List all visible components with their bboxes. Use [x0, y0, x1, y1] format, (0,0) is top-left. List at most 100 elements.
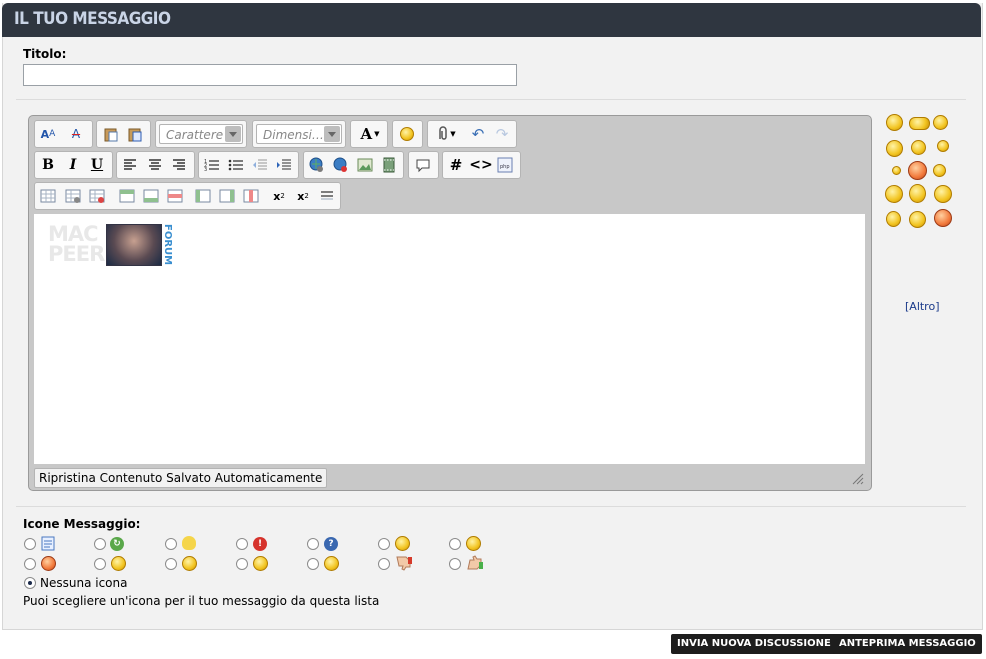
icon-radio-document[interactable]: [24, 538, 36, 550]
laugh-icon[interactable]: [909, 117, 930, 130]
ordered-list-icon[interactable]: 123: [202, 155, 222, 175]
svg-text:php: php: [500, 164, 510, 170]
hash-button[interactable]: #: [446, 155, 466, 175]
grin-icon[interactable]: [885, 185, 903, 203]
thumbs-up-icon: [467, 555, 483, 570]
angel-icon[interactable]: [886, 140, 903, 157]
icon-radio-happy[interactable]: [236, 558, 248, 570]
resize-grip-icon[interactable]: [852, 473, 864, 485]
paste-icon[interactable]: [101, 124, 121, 144]
video-icon[interactable]: [379, 155, 399, 175]
unlink-icon[interactable]: [331, 155, 351, 175]
remove-format-icon[interactable]: A: [66, 124, 86, 144]
paste-word-icon[interactable]: [125, 124, 145, 144]
horizontal-rule-icon[interactable]: [317, 186, 337, 206]
icon-radio-thumbs-up[interactable]: [449, 558, 461, 570]
toolbar-group-color: A ▼: [350, 120, 388, 148]
forum-logo: MAC PEER FORUM: [48, 222, 173, 266]
attachment-icon[interactable]: ▼: [432, 124, 460, 144]
editor-content[interactable]: MAC PEER FORUM: [34, 214, 865, 464]
svg-text:3: 3: [204, 167, 207, 172]
icon-radio-smile[interactable]: [449, 538, 461, 550]
panel-header: IL TUO MESSAGGIO: [2, 3, 981, 37]
font-size-select[interactable]: Dimensi…: [256, 124, 342, 144]
icon-radio-angry[interactable]: [24, 558, 36, 570]
icon-radio-arrow[interactable]: [94, 538, 106, 550]
outdent-icon[interactable]: [250, 155, 270, 175]
image-icon[interactable]: [355, 155, 375, 175]
submit-thread-button[interactable]: INVIA NUOVA DISCUSSIONE: [671, 634, 837, 654]
table-delete-icon[interactable]: [87, 186, 107, 206]
chevron-down-icon: [225, 126, 241, 142]
php-icon[interactable]: php: [495, 155, 515, 175]
exclamation-icon: !: [253, 537, 267, 551]
more-smilies-link[interactable]: [Altro]: [905, 300, 940, 313]
lightbulb-icon: [182, 536, 196, 550]
table-props-icon[interactable]: [63, 186, 83, 206]
table-icon[interactable]: [38, 186, 58, 206]
sleep-icon[interactable]: [933, 164, 946, 177]
align-center-icon[interactable]: [145, 155, 165, 175]
dance-icon[interactable]: [909, 184, 926, 203]
delete-col-icon[interactable]: [241, 186, 261, 206]
icon-radio-question[interactable]: [307, 538, 319, 550]
superscript-button[interactable]: x2: [293, 186, 313, 206]
link-icon[interactable]: [307, 155, 327, 175]
toolbar-group-paste: [96, 120, 151, 148]
toolbar-group-text-style: B I U: [34, 151, 113, 179]
title-input[interactable]: [23, 64, 517, 86]
smile-icon[interactable]: [886, 114, 903, 131]
happy-icon: [253, 556, 268, 571]
smile-icon: [466, 536, 481, 551]
icon-radio-none[interactable]: [24, 577, 36, 589]
wink-icon[interactable]: [933, 115, 948, 130]
tiny-smile-icon[interactable]: [892, 166, 901, 175]
icon-radio-mad[interactable]: [94, 558, 106, 570]
font-family-select[interactable]: Carattere: [159, 124, 243, 144]
shocked-icon[interactable]: [886, 211, 901, 227]
delete-row-icon[interactable]: [165, 186, 185, 206]
scared-icon[interactable]: [911, 140, 926, 155]
italic-button[interactable]: I: [63, 155, 83, 175]
toolbar-group-quote: [408, 151, 439, 179]
icon-radio-surprised[interactable]: [165, 558, 177, 570]
logo-image: [106, 224, 162, 266]
font-style-icon[interactable]: AA: [38, 124, 58, 144]
smile-small-icon[interactable]: [937, 140, 949, 152]
icon-radio-lightbulb[interactable]: [165, 538, 177, 550]
bold-button[interactable]: B: [38, 155, 58, 175]
subscript-label: x: [273, 189, 281, 203]
chevron-down-icon: [324, 126, 340, 142]
angry-face-icon[interactable]: [934, 209, 952, 227]
insert-row-before-icon[interactable]: [117, 186, 137, 206]
toolbar-group-attach: ▼ ↶ ↷: [427, 120, 517, 148]
unordered-list-icon[interactable]: [226, 155, 246, 175]
insert-col-after-icon[interactable]: [217, 186, 237, 206]
icon-radio-exclamation[interactable]: [236, 538, 248, 550]
undo-icon[interactable]: ↶: [468, 124, 488, 144]
code-button[interactable]: <>: [469, 155, 492, 175]
subscript-button[interactable]: x2: [269, 186, 289, 206]
font-color-icon[interactable]: A ▼: [357, 124, 383, 144]
indent-icon[interactable]: [274, 155, 294, 175]
quote-icon[interactable]: [413, 155, 433, 175]
align-left-icon[interactable]: [120, 155, 140, 175]
divider: [16, 506, 966, 507]
insert-col-before-icon[interactable]: [193, 186, 213, 206]
big-grin-icon[interactable]: [934, 185, 952, 203]
restore-autosave-button[interactable]: Ripristina Contenuto Salvato Automaticam…: [34, 468, 328, 488]
redo-icon[interactable]: ↷: [492, 124, 512, 144]
align-right-icon[interactable]: [169, 155, 189, 175]
panel-title: IL TUO MESSAGGIO: [14, 9, 171, 29]
icon-radio-cool[interactable]: [378, 538, 390, 550]
tongue-icon[interactable]: [908, 161, 927, 180]
underline-button[interactable]: U: [87, 155, 107, 175]
confused-icon[interactable]: [909, 211, 926, 228]
icon-radio-grin[interactable]: [307, 558, 319, 570]
icon-radio-thumbs-down[interactable]: [378, 558, 390, 570]
smilie-icon[interactable]: [397, 124, 417, 144]
superscript-label: x: [297, 189, 305, 203]
preview-button[interactable]: ANTEPRIMA MESSAGGIO: [833, 634, 982, 654]
document-icon: [41, 536, 55, 551]
insert-row-after-icon[interactable]: [141, 186, 161, 206]
